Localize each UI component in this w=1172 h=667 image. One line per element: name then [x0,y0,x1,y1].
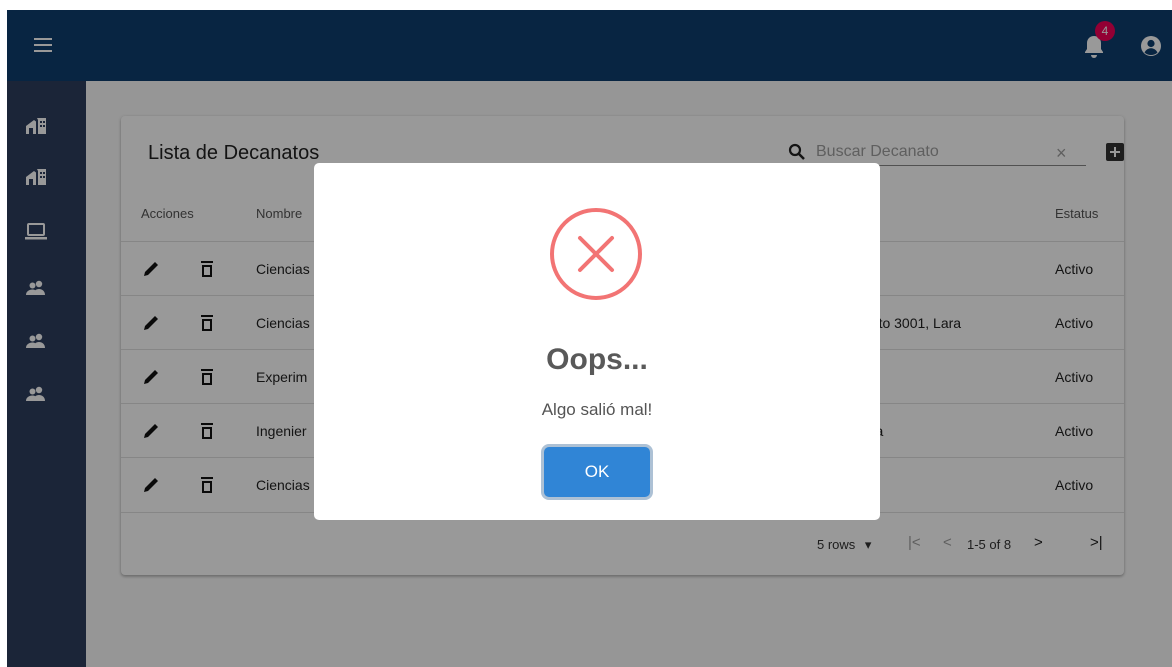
ok-button[interactable]: OK [544,447,650,497]
error-dialog: Oops... Algo salió mal! OK [314,163,880,520]
app-frame: 4 Lista de Decanatos Buscar Decanato × A… [7,10,1172,667]
dialog-title: Oops... [546,343,648,376]
dialog-message: Algo salió mal! [541,400,653,419]
error-icon [550,208,642,300]
